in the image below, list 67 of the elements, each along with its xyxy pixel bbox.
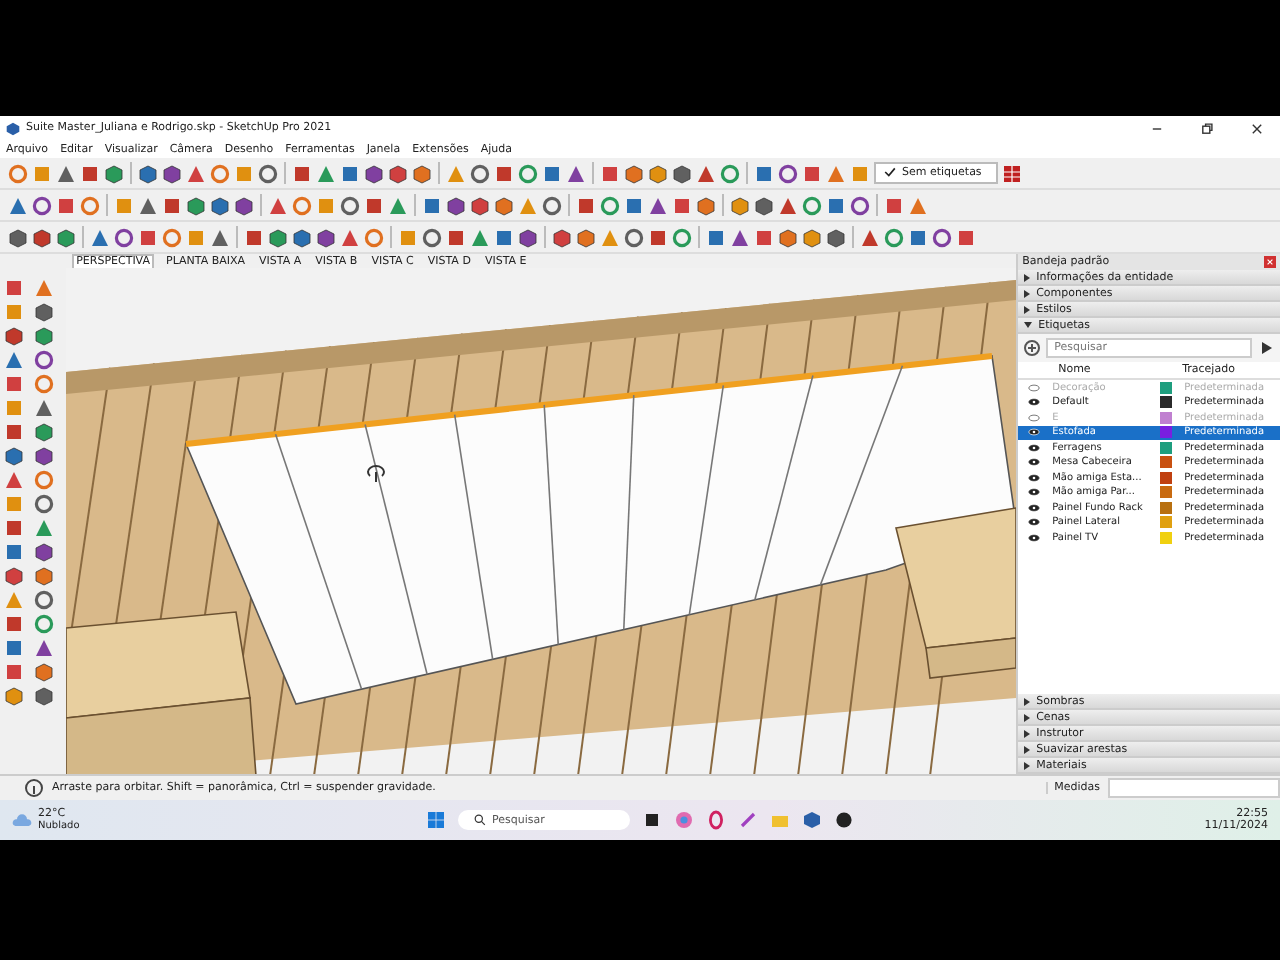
hidden-eye-icon[interactable] xyxy=(1028,383,1041,392)
circle-icon[interactable] xyxy=(114,227,134,247)
triangle-icon[interactable] xyxy=(210,227,230,247)
info-icon[interactable] xyxy=(24,778,44,798)
triangle-icon[interactable] xyxy=(34,398,54,418)
triangle-icon[interactable] xyxy=(56,163,76,183)
add-tag-icon[interactable] xyxy=(1022,338,1043,358)
eye-icon[interactable] xyxy=(1028,458,1041,467)
triangle-icon[interactable] xyxy=(860,227,880,247)
triangle-icon[interactable] xyxy=(826,163,846,183)
search-icon xyxy=(474,813,486,826)
check-icon xyxy=(884,166,896,179)
triangle-icon[interactable] xyxy=(4,350,24,370)
color-swatch[interactable] xyxy=(1160,411,1173,424)
color-swatch[interactable] xyxy=(1160,441,1173,454)
app-logo-icon[interactable] xyxy=(802,809,822,830)
triangle-icon[interactable] xyxy=(388,195,408,215)
triangle-icon[interactable] xyxy=(4,470,24,490)
windows-start-icon[interactable] xyxy=(426,809,446,830)
triangle-icon[interactable] xyxy=(186,163,206,183)
color-swatch[interactable] xyxy=(1160,396,1173,409)
triangle-icon[interactable] xyxy=(34,638,54,658)
triangle-icon[interactable] xyxy=(340,227,360,247)
color-swatch[interactable] xyxy=(1160,516,1173,529)
pen-icon[interactable] xyxy=(738,809,758,830)
triangle-icon[interactable] xyxy=(908,195,928,215)
eye-icon[interactable] xyxy=(1028,443,1041,452)
triangle-icon[interactable] xyxy=(696,163,716,183)
measurements-field[interactable] xyxy=(1108,778,1280,798)
restore-icon[interactable] xyxy=(1200,121,1214,135)
eye-icon[interactable] xyxy=(1028,398,1041,407)
triangle-icon[interactable] xyxy=(8,195,28,215)
eye-icon[interactable] xyxy=(1028,473,1041,482)
eye-icon[interactable] xyxy=(1028,518,1041,527)
triangle-icon[interactable] xyxy=(268,195,288,215)
triangle-icon[interactable] xyxy=(316,163,336,183)
triangle-icon[interactable] xyxy=(90,227,110,247)
square-icon[interactable] xyxy=(642,809,662,830)
color-swatch[interactable] xyxy=(1160,501,1173,514)
circle-icon[interactable] xyxy=(834,809,854,830)
color-swatch[interactable] xyxy=(1160,426,1173,439)
arrow-icon[interactable] xyxy=(1256,338,1276,358)
ring-icon[interactable] xyxy=(706,809,726,830)
circle-icon[interactable] xyxy=(778,163,798,183)
circle-icon[interactable] xyxy=(32,195,52,215)
eye-icon[interactable] xyxy=(1028,488,1041,497)
circle-icon[interactable] xyxy=(34,350,54,370)
hidden-eye-icon[interactable] xyxy=(1028,413,1041,422)
triangle-icon[interactable] xyxy=(138,195,158,215)
triangle-icon[interactable] xyxy=(648,195,668,215)
flower-icon[interactable] xyxy=(674,809,694,830)
color-swatch[interactable] xyxy=(1160,456,1173,469)
close-icon[interactable] xyxy=(1250,121,1264,135)
color-swatch[interactable] xyxy=(1160,381,1173,394)
color-swatch[interactable] xyxy=(1160,531,1173,544)
grid-icon[interactable] xyxy=(1002,163,1022,183)
eye-icon[interactable] xyxy=(1028,503,1041,512)
eye-icon[interactable] xyxy=(1028,533,1041,542)
color-swatch[interactable] xyxy=(1160,471,1173,484)
triangle-icon[interactable] xyxy=(470,227,490,247)
triangle-icon[interactable] xyxy=(778,195,798,215)
triangle-icon[interactable] xyxy=(566,163,586,183)
app-logo-icon xyxy=(6,121,20,135)
circle-icon[interactable] xyxy=(850,195,870,215)
triangle-icon[interactable] xyxy=(730,227,750,247)
color-swatch[interactable] xyxy=(1160,486,1173,499)
circle-icon[interactable] xyxy=(932,227,952,247)
